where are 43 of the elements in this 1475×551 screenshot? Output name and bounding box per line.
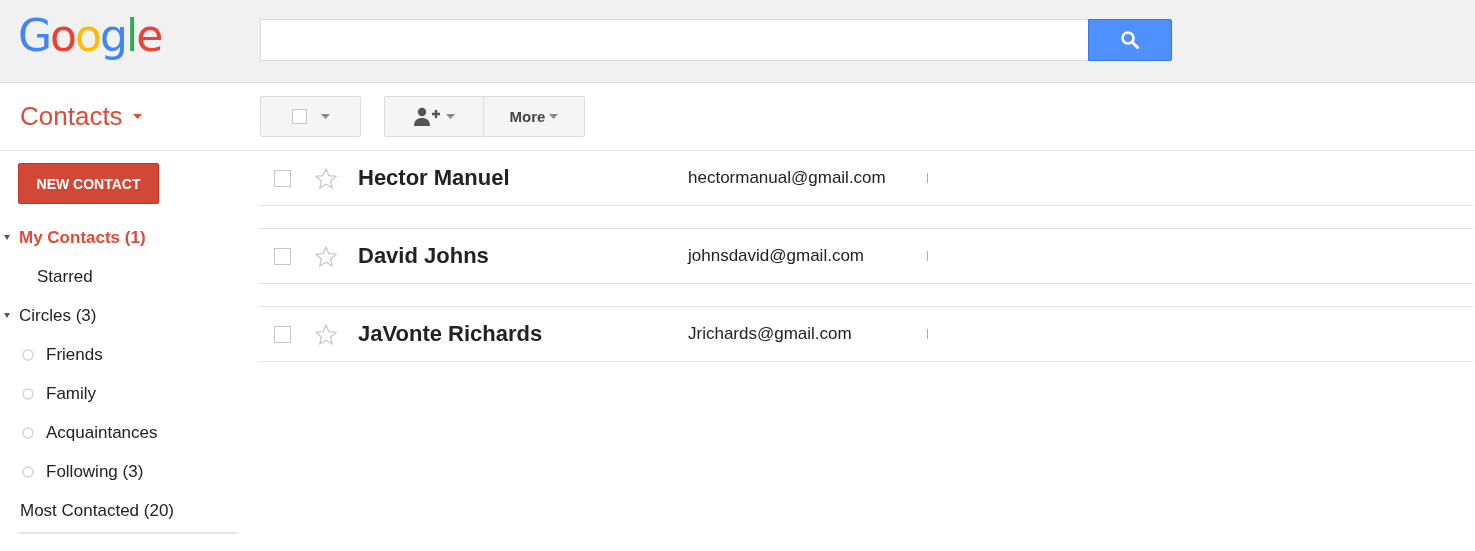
- checkbox[interactable]: [274, 169, 291, 187]
- sidebar-item[interactable]: Most Contacted (20): [20, 500, 174, 521]
- select-all-dropdown[interactable]: [260, 96, 361, 137]
- caret-icon: [320, 114, 330, 119]
- sidebar-item[interactable]: Friends: [46, 344, 103, 365]
- caret-icon: [445, 114, 455, 119]
- add-contact-dropdown[interactable]: [384, 96, 484, 137]
- checkbox[interactable]: [274, 247, 291, 265]
- sidebar-item[interactable]: Following (3): [46, 461, 144, 482]
- contact-name: Hector Manuel: [358, 165, 511, 191]
- new-contact-button[interactable]: NEW CONTACT: [18, 163, 159, 204]
- expand-arrow-icon[interactable]: [4, 235, 10, 240]
- star-icon[interactable]: [315, 323, 337, 345]
- contact-email: hectormanual@gmail.com: [688, 168, 887, 188]
- search-field[interactable]: [260, 18, 1088, 61]
- checkbox[interactable]: [291, 109, 307, 124]
- sidebar-item[interactable]: Acquaintances: [46, 422, 158, 443]
- circle-icon: [22, 348, 34, 361]
- contact-name: David Johns: [358, 243, 490, 269]
- expand-arrow-icon[interactable]: [4, 313, 10, 318]
- search-icon: [1120, 29, 1140, 50]
- circle-icon: [22, 426, 34, 439]
- add-person-icon: [413, 106, 442, 127]
- caret-icon: [549, 114, 559, 119]
- sidebar-item[interactable]: Circles (3): [19, 305, 97, 326]
- caret-icon: [132, 114, 142, 119]
- star-icon[interactable]: [315, 167, 337, 189]
- star-icon[interactable]: [315, 245, 337, 267]
- more-dropdown[interactable]: More: [484, 96, 585, 137]
- contact-row[interactable]: Hector Manuel hectormanual@gmail.com: [259, 151, 1473, 206]
- sidebar-item[interactable]: Starred: [37, 266, 93, 287]
- contact-row[interactable]: JaVonte Richards Jrichards@gmail.com: [259, 306, 1473, 362]
- checkbox[interactable]: [274, 325, 291, 343]
- contact-row[interactable]: David Johns johnsdavid@gmail.com: [259, 228, 1473, 284]
- contact-email: johnsdavid@gmail.com: [688, 246, 865, 266]
- search-button[interactable]: [1088, 18, 1172, 61]
- circle-icon: [22, 387, 34, 400]
- contact-email: Jrichards@gmail.com: [688, 324, 853, 344]
- sidebar-item[interactable]: Family: [46, 383, 97, 404]
- sidebar-item[interactable]: My Contacts (1): [19, 227, 146, 248]
- contact-name: JaVonte Richards: [358, 321, 544, 347]
- circle-icon: [22, 465, 34, 478]
- app-menu[interactable]: Contacts: [20, 101, 142, 132]
